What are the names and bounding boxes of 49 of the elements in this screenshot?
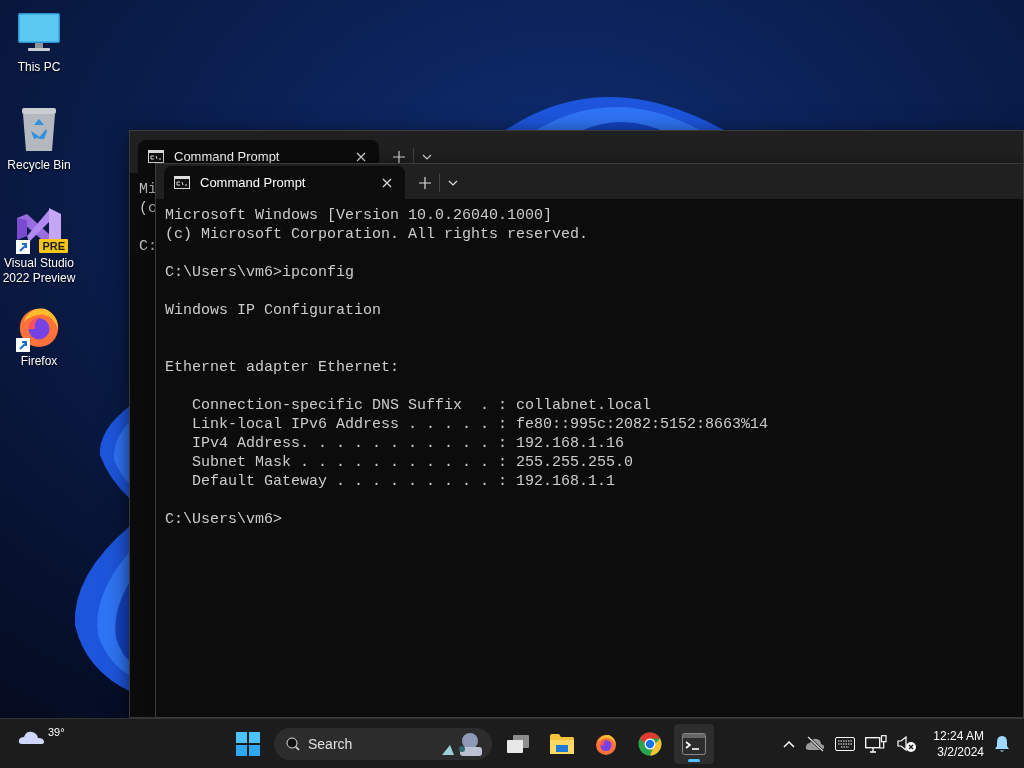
windows-logo-icon bbox=[236, 731, 260, 756]
temperature: 39° bbox=[47, 724, 66, 739]
monitor-icon bbox=[17, 12, 61, 52]
plus-icon[interactable] bbox=[393, 150, 405, 163]
illustration-icon bbox=[440, 730, 484, 757]
bell-icon[interactable] bbox=[994, 734, 1010, 753]
console-line: C:\Users\vm6> bbox=[165, 510, 283, 529]
search-bar[interactable]: Search bbox=[274, 727, 492, 760]
console-line: Microsoft Windows [Version 10.0.26040.1000] bbox=[165, 206, 553, 225]
folder-icon bbox=[549, 732, 575, 755]
desktop-icon-label[interactable]: Recycle Bin bbox=[1, 158, 77, 173]
terminal-tab[interactable]: Command Prompt bbox=[164, 166, 405, 199]
console-line: Mi bbox=[139, 180, 157, 199]
terminal-icon bbox=[682, 732, 706, 755]
date: 3/2/2024 bbox=[937, 743, 984, 760]
time: 12:24 AM bbox=[933, 727, 984, 744]
chevron-down-icon[interactable] bbox=[448, 179, 458, 186]
command-prompt-icon bbox=[174, 176, 190, 189]
keyboard-icon[interactable] bbox=[835, 736, 856, 751]
desktop-icon-label[interactable]: Visual Studio 2022 Preview bbox=[1, 256, 77, 286]
console-line: C: bbox=[139, 237, 157, 256]
console-line: Connection-specific DNS Suffix . : collabnet.local bbox=[191, 396, 652, 415]
desktop-icon-label[interactable]: This PC bbox=[1, 60, 77, 75]
network-icon[interactable] bbox=[865, 734, 888, 753]
close-icon[interactable] bbox=[356, 151, 366, 162]
console-line: IPv4 Address. . . . . . . . . . . : 192.168.1.16 bbox=[191, 434, 625, 453]
search-icon bbox=[286, 736, 300, 751]
recycle-bin-icon bbox=[20, 107, 58, 153]
cloud-off-icon[interactable] bbox=[805, 735, 826, 752]
console-line: Ethernet adapter Ethernet: bbox=[165, 358, 400, 377]
chevron-down-icon[interactable] bbox=[422, 153, 432, 160]
close-icon[interactable] bbox=[382, 177, 392, 188]
chevron-up-icon[interactable] bbox=[783, 739, 796, 748]
plus-icon[interactable] bbox=[419, 176, 431, 189]
taskbar-app-button[interactable] bbox=[674, 723, 714, 764]
clock[interactable]: 12:24 AM 3/2/2024 bbox=[933, 727, 984, 760]
console-line: Default Gateway . . . . . . . . . : 192.168.1.1 bbox=[191, 472, 616, 491]
search-input[interactable]: Search bbox=[308, 735, 432, 752]
volume-muted-icon[interactable] bbox=[897, 734, 918, 753]
console-line: (c) Microsoft Corporation. All rights reserved. bbox=[165, 225, 589, 244]
chrome-icon bbox=[638, 731, 662, 756]
console-line: Windows IP Configuration bbox=[165, 301, 382, 320]
preview-badge: PRE bbox=[39, 239, 68, 253]
console-line: C:\Users\vm6>ipconfig bbox=[165, 263, 355, 282]
console-line: Subnet Mask . . . . . . . . . . . : 255.255.255.0 bbox=[191, 453, 634, 472]
desktop-icon-label[interactable]: Firefox bbox=[1, 354, 77, 369]
console-line: (c bbox=[139, 199, 157, 218]
console-line: Link-local IPv6 Address . . . . . : fe80::995c:2082:5152:8663%14 bbox=[191, 415, 769, 434]
task-view-icon bbox=[506, 733, 530, 754]
